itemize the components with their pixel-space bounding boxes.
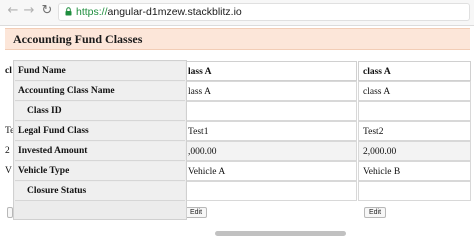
horizontal-scrollbar[interactable] bbox=[215, 231, 346, 236]
table-header-cell: lass A bbox=[183, 61, 357, 81]
url-protocol: https:// bbox=[76, 6, 108, 18]
row-header-accounting-class-name: Accounting Class Name bbox=[15, 82, 185, 101]
row-header-fund-name: Fund Name bbox=[15, 62, 185, 81]
table-cell: class A bbox=[358, 81, 471, 101]
forward-arrow-icon[interactable]: → bbox=[22, 3, 36, 19]
page-header: Accounting Fund Classes bbox=[5, 28, 470, 50]
page-title: Accounting Fund Classes bbox=[13, 32, 143, 46]
row-header-closure-status: Closure Status bbox=[15, 182, 185, 201]
row-header-vehicle-type: Vehicle Type bbox=[15, 162, 185, 181]
row-header-class-id: Class ID bbox=[15, 102, 185, 121]
table-cell: Test1 bbox=[183, 121, 357, 141]
url-text: https://angular-d1mzew.stackblitz.io bbox=[76, 5, 242, 20]
table-cell: ,000.00 bbox=[183, 141, 357, 161]
address-bar[interactable]: https://angular-d1mzew.stackblitz.io bbox=[58, 3, 470, 21]
table-cell bbox=[358, 181, 471, 201]
sticky-header-column: Fund Name Accounting Class Name Class ID… bbox=[13, 60, 187, 220]
table-cell bbox=[358, 101, 471, 121]
reload-icon[interactable]: ↻ bbox=[40, 3, 54, 19]
table-cell bbox=[183, 101, 357, 121]
edit-button[interactable]: Edit bbox=[185, 207, 208, 218]
browser-toolbar: ← → ↻ https://angular-d1mzew.stackblitz.… bbox=[0, 0, 474, 26]
edit-button[interactable]: Edit bbox=[364, 207, 387, 218]
table-cell: 2,000.00 bbox=[358, 141, 471, 161]
lock-icon bbox=[65, 7, 72, 16]
table-header-cell: class A bbox=[358, 61, 471, 81]
table-cell: Vehicle B bbox=[358, 161, 471, 181]
table-cell: Test2 bbox=[358, 121, 471, 141]
row-header-legal-fund-class: Legal Fund Class bbox=[15, 122, 185, 141]
table-cell bbox=[183, 181, 357, 201]
table-cell: lass A bbox=[183, 81, 357, 101]
table-cell: Vehicle A bbox=[183, 161, 357, 181]
url-host: angular-d1mzew.stackblitz.io bbox=[107, 6, 242, 18]
row-header-invested-amount: Invested Amount bbox=[15, 142, 185, 161]
back-arrow-icon[interactable]: ← bbox=[6, 3, 20, 19]
